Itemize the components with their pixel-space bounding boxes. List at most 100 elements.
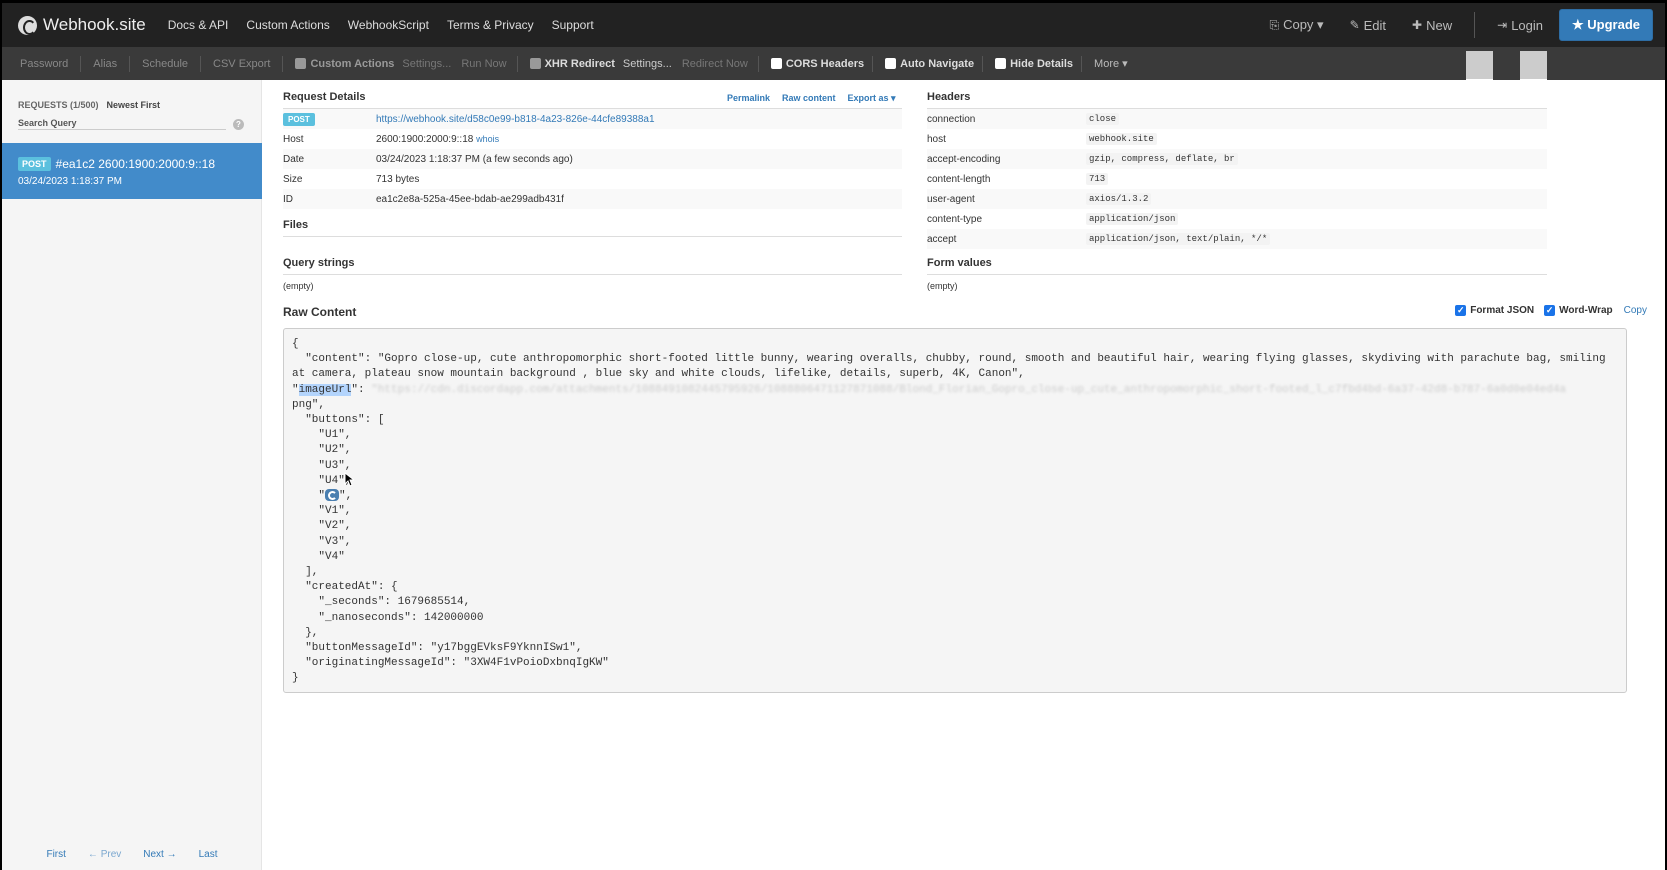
header-key: user-agent: [927, 193, 975, 205]
permalink-link[interactable]: Permalink: [727, 93, 770, 104]
code-line: "U2",: [292, 443, 1618, 458]
id-row: ID ea1c2e8a-525a-45ee-bdab-ae299adb431f: [283, 189, 902, 209]
code-line: "buttonMessageId": "y17bggEVksF9YknnISw1…: [292, 642, 583, 655]
checkbox-box: [770, 58, 782, 69]
nav-custom-actions[interactable]: Custom Actions: [246, 18, 329, 32]
header-row: content-length 713: [927, 169, 1547, 189]
xhr-redirect-checkbox[interactable]: XHR Redirect: [529, 58, 615, 70]
divider: [927, 274, 1547, 275]
nav-divider: [1474, 12, 1476, 38]
check-icon: ✓: [1544, 305, 1556, 316]
headers-title: Headers: [927, 91, 971, 103]
hide-details-checkbox[interactable]: Hide Details: [995, 58, 1073, 70]
custom-actions-checkbox[interactable]: Custom Actions: [295, 58, 394, 70]
details-actions: Permalink Raw content Export as ▾: [727, 93, 896, 104]
copy-raw-button[interactable]: Copy: [1624, 305, 1647, 316]
raw-content-controls: ✓ Format JSON ✓ Word-Wrap Copy: [1445, 305, 1647, 316]
header-value: webhook.site: [1086, 133, 1157, 145]
code-line: "V4": [292, 550, 1618, 565]
request-time: 03/24/2023 1:18:37 PM: [18, 176, 122, 187]
form-values-empty: (empty): [927, 281, 958, 291]
edit-button[interactable]: ✎ Edit: [1350, 18, 1386, 33]
hide-details-label: Hide Details: [1010, 57, 1074, 70]
toolbar-divider: [757, 55, 759, 72]
login-button[interactable]: ⇥ Login: [1497, 18, 1543, 33]
format-json-label: Format JSON: [1470, 305, 1535, 316]
raw-content-code[interactable]: { "content": "Gopro close-up, cute anthr…: [283, 328, 1627, 693]
run-now-button[interactable]: Run Now: [461, 58, 506, 70]
mouse-cursor-icon: [344, 472, 354, 487]
export-as-dropdown[interactable]: Export as ▾: [848, 93, 896, 104]
brand-name: Webhook.site: [43, 15, 146, 34]
code-line: "V2",: [292, 519, 1618, 534]
nav-docs-api[interactable]: Docs & API: [168, 18, 229, 32]
last-page-link[interactable]: Last: [199, 849, 218, 860]
refresh-emoji-icon: [325, 489, 340, 502]
plus-icon: ✚: [1412, 18, 1423, 32]
brand[interactable]: Webhook.site: [18, 15, 146, 35]
requests-header: REQUESTS (1/500) Newest First: [18, 100, 160, 110]
alias-button[interactable]: Alias: [93, 58, 117, 70]
more-dropdown[interactable]: More ▾: [1094, 57, 1128, 70]
password-button[interactable]: Password: [20, 58, 68, 70]
toolbar-divider: [872, 55, 874, 72]
sort-order-toggle[interactable]: Newest First: [107, 100, 161, 110]
header-key: content-length: [927, 173, 991, 185]
button-value: "U3",: [318, 459, 352, 472]
first-page-link[interactable]: First: [46, 849, 65, 860]
query-strings-title: Query strings: [283, 257, 355, 269]
prev-page-link[interactable]: ← Prev: [88, 849, 121, 860]
schedule-button[interactable]: Schedule: [142, 58, 188, 70]
csv-export-button[interactable]: CSV Export: [213, 58, 270, 70]
header-key: host: [927, 133, 946, 145]
nav-support[interactable]: Support: [552, 18, 594, 32]
word-wrap-checkbox[interactable]: ✓ Word-Wrap: [1544, 305, 1613, 316]
date-value: 03/24/2023 1:18:37 PM (a few seconds ago…: [376, 153, 573, 165]
custom-actions-settings-button[interactable]: Settings...: [402, 58, 451, 70]
code-line: "V1",: [292, 504, 1618, 519]
help-icon[interactable]: ?: [233, 118, 244, 130]
host-row: Host 2600:1900:2000:9::18 whois: [283, 129, 902, 149]
button-value: "V2",: [318, 520, 352, 533]
code-line: },: [292, 626, 319, 639]
checkbox-box: [885, 58, 897, 69]
new-label: New: [1426, 17, 1453, 33]
next-page-link[interactable]: Next →: [143, 849, 176, 860]
cors-headers-checkbox[interactable]: CORS Headers: [770, 57, 865, 70]
size-row: Size 713 bytes: [283, 169, 902, 189]
code-line: "buttons": [: [292, 414, 385, 427]
search-query-input[interactable]: [18, 118, 226, 130]
login-icon: ⇥: [1497, 18, 1508, 32]
code-line: {: [292, 338, 299, 350]
nav-actions: ⎘ Copy ▾ ✎ Edit ✚ New ⇥ Login ★ Upgrade: [1243, 3, 1665, 47]
xhr-settings-button[interactable]: Settings...: [623, 58, 672, 70]
cors-headers-label: CORS Headers: [785, 57, 865, 70]
nav-webhookscript[interactable]: WebhookScript: [348, 18, 429, 32]
edit-icon: ✎: [1349, 18, 1360, 32]
button-value: "V3",: [318, 535, 352, 548]
method-badge: POST: [18, 157, 51, 171]
raw-content-link[interactable]: Raw content: [782, 93, 836, 104]
code-line: "imageUrl": "https://cdn.discordapp.com/…: [292, 383, 1567, 396]
request-url-link[interactable]: https://webhook.site/d58c0e99-b818-4a23-…: [376, 114, 655, 125]
size-label: Size: [283, 173, 303, 185]
header-value: 713: [1086, 173, 1109, 185]
top-navbar: Webhook.site Docs & API Custom Actions W…: [2, 3, 1665, 47]
upgrade-button[interactable]: ★ Upgrade: [1559, 9, 1653, 41]
code-line: png",: [292, 398, 326, 411]
new-button[interactable]: ✚ New: [1412, 18, 1452, 33]
code-line: "V3",: [292, 535, 1618, 550]
request-title: #ea1c2 2600:1900:2000:9::18: [55, 157, 215, 171]
header-value: close: [1086, 113, 1120, 125]
id-value: ea1c2e8a-525a-45ee-bdab-ae299adb431f: [376, 193, 564, 205]
whois-link[interactable]: whois: [476, 134, 499, 144]
copy-button[interactable]: ⎘ Copy ▾: [1269, 17, 1323, 33]
auto-navigate-checkbox[interactable]: Auto Navigate: [885, 58, 974, 70]
check-icon: ✓: [1455, 305, 1467, 316]
redirect-now-button[interactable]: Redirect Now: [682, 58, 748, 70]
request-list-item[interactable]: POST #ea1c2 2600:1900:2000:9::18 03/24/20…: [2, 143, 262, 199]
nav-terms-privacy[interactable]: Terms & Privacy: [447, 18, 534, 32]
format-json-checkbox[interactable]: ✓ Format JSON: [1455, 305, 1534, 316]
button-value: "U1",: [318, 429, 352, 442]
button-value: "V1",: [318, 505, 352, 518]
